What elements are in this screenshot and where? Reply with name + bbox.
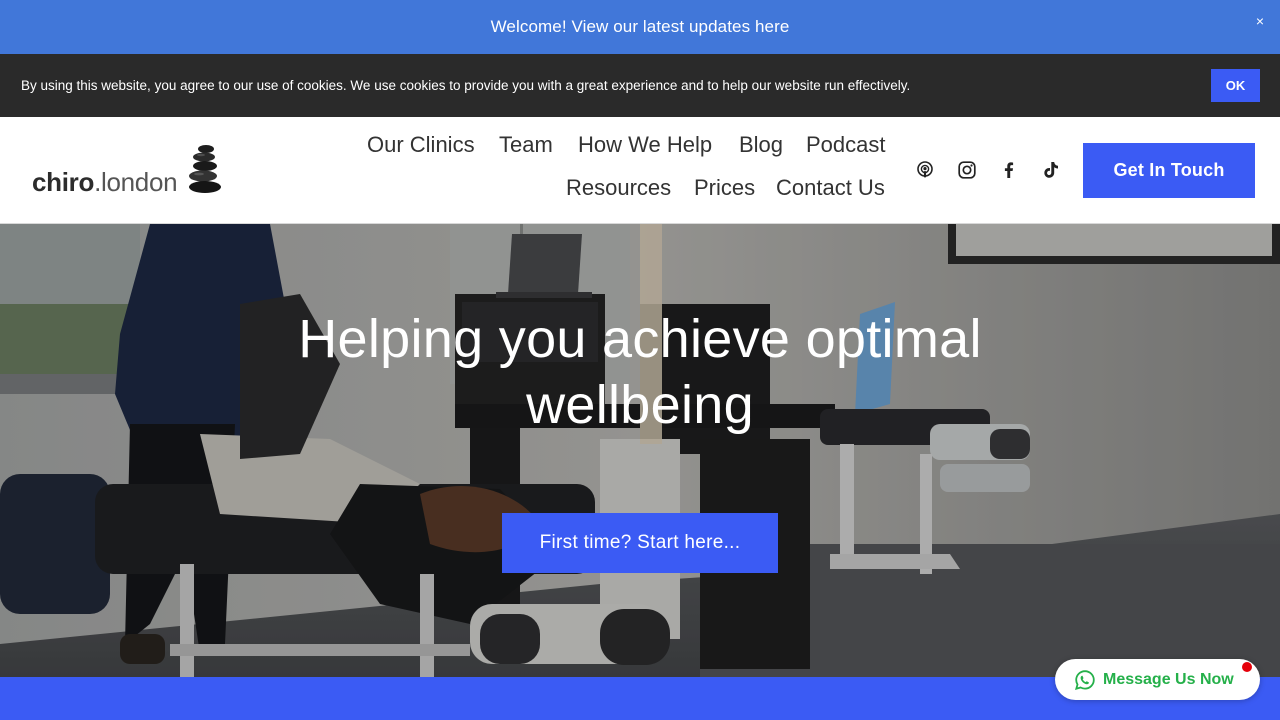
first-time-start-button[interactable]: First time? Start here... [502,513,778,573]
announcement-bar: Welcome! View our latest updates here × [0,0,1280,54]
whatsapp-icon [1075,669,1095,690]
tiktok-icon[interactable] [1042,161,1060,179]
notification-dot [1242,662,1252,672]
hero-background-photo [0,224,1280,677]
nav-our-clinics[interactable]: Our Clinics [367,132,475,158]
hero-section: Helping you achieve optimal wellbeing Fi… [0,224,1280,677]
hero-title: Helping you achieve optimal wellbeing [298,309,982,435]
whatsapp-message-button[interactable]: Message Us Now [1055,659,1260,700]
close-icon[interactable]: × [1256,14,1264,28]
announcement-link[interactable]: Welcome! View our latest updates here [491,17,790,37]
get-in-touch-button[interactable]: Get In Touch [1083,143,1255,198]
cookie-banner: By using this website, you agree to our … [0,54,1280,117]
stacked-stones-icon [189,145,221,193]
facebook-icon[interactable] [1000,161,1018,179]
logo-wordmark: chiro.london [32,167,178,198]
nav-team[interactable]: Team [499,132,553,158]
nav-resources[interactable]: Resources [566,175,671,201]
instagram-icon[interactable] [958,161,976,179]
cookie-message: By using this website, you agree to our … [21,78,911,93]
nav-blog[interactable]: Blog [739,132,783,158]
nav-podcast[interactable]: Podcast [806,132,886,158]
whatsapp-label: Message Us Now [1103,670,1234,688]
podcast-icon[interactable] [916,161,934,179]
nav-prices[interactable]: Prices [694,175,755,201]
nav-how-we-help[interactable]: How We Help [578,132,712,158]
logo-tld: .london [94,167,178,197]
nav-contact-us[interactable]: Contact Us [776,175,885,201]
cookie-ok-button[interactable]: OK [1211,69,1260,102]
logo-brand: chiro [32,167,95,197]
site-logo[interactable]: chiro.london [30,143,230,201]
site-header: chiro.london Our Clinics Team How We Hel… [0,117,1280,224]
